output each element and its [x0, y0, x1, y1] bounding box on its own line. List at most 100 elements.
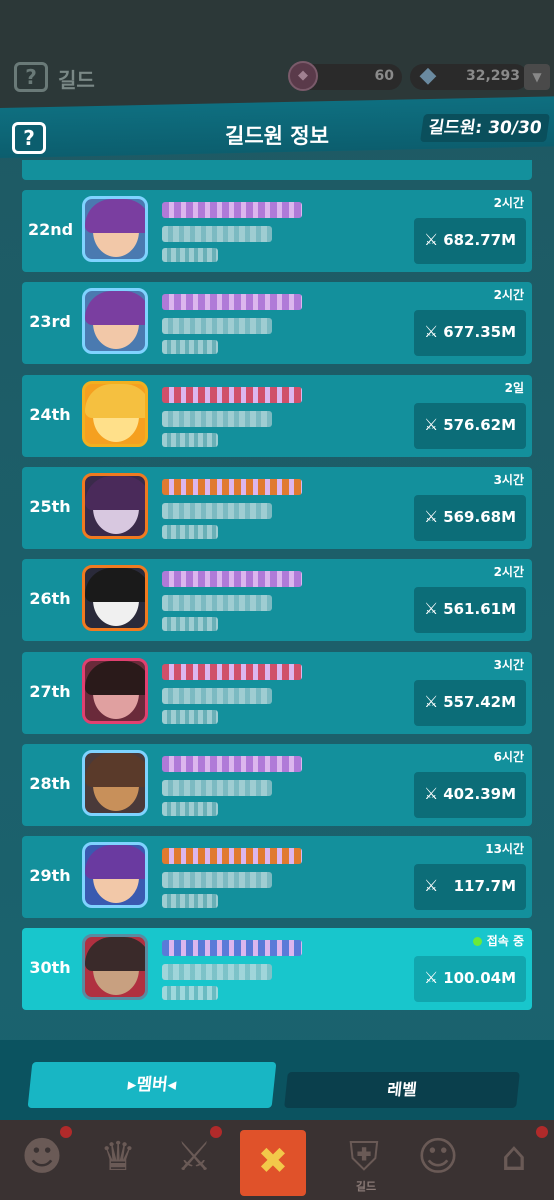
score-value: 557.42M: [443, 692, 516, 711]
member-score: ⚔ 561.61M: [414, 587, 526, 634]
score-value: 100.04M: [443, 969, 516, 988]
member-card[interactable]: 29th 13시간 ⚔ 117.7M: [22, 836, 532, 919]
member-name-blurred: [162, 663, 302, 680]
time-text: 6시간: [493, 749, 524, 764]
treasure-nav-icon[interactable]: ♛: [90, 1124, 146, 1190]
time-text: 2일: [504, 380, 524, 395]
guild-emblem-resource: ◆ 60: [288, 61, 402, 91]
member-stat-blurred: [162, 894, 218, 909]
tab-member[interactable]: ▸멤버◂: [27, 1062, 277, 1108]
guild-title: 길드: [58, 68, 95, 92]
member-message-blurred: [162, 595, 272, 612]
score-value: 402.39M: [443, 784, 516, 803]
member-rank: 25th: [29, 496, 71, 516]
sword-icon: ⚔: [424, 783, 439, 803]
last-login-time: 2일: [505, 379, 524, 396]
member-card[interactable]: 22nd 2시간 ⚔ 682.77M: [22, 190, 532, 272]
sword-icon: ⚔: [424, 691, 439, 711]
dropdown-icon[interactable]: ▼: [524, 64, 550, 90]
member-card-partial[interactable]: [22, 160, 532, 180]
member-rank: 27th: [29, 681, 71, 701]
member-name-blurred: [162, 294, 302, 311]
last-login-time: 3시간: [494, 656, 524, 673]
avatar-hair: [85, 199, 145, 233]
emblem-icon: ◆: [288, 61, 318, 91]
member-avatar: [82, 657, 148, 724]
member-message-blurred: [162, 502, 272, 519]
member-name-blurred: [162, 202, 302, 218]
member-score: ⚔ 100.04M: [414, 956, 526, 1003]
friends-nav-icon[interactable]: ☺: [410, 1124, 466, 1190]
member-name-blurred: [162, 755, 302, 772]
member-score: ⚔ 682.77M: [414, 218, 526, 264]
notification-badge: [536, 1126, 548, 1138]
member-rank: 24th: [29, 404, 71, 424]
member-card[interactable]: 28th 6시간 ⚔ 402.39M: [22, 743, 532, 826]
time-text: 2시간: [493, 565, 524, 580]
member-avatar: [82, 749, 148, 816]
score-value: 576.62M: [443, 415, 516, 434]
member-stat-blurred: [162, 432, 218, 447]
score-value: 682.77M: [443, 231, 516, 249]
notification-badge: [60, 1126, 72, 1138]
member-stat-blurred: [162, 709, 218, 724]
sword-icon: ⚔: [424, 230, 439, 249]
online-dot-icon: [472, 937, 482, 947]
member-name-blurred: [162, 386, 302, 403]
avatar-hair: [85, 568, 145, 603]
member-name-blurred: [162, 940, 302, 957]
member-name-blurred: [162, 571, 302, 588]
member-card[interactable]: 27th 3시간 ⚔ 557.42M: [22, 651, 532, 734]
member-stat-blurred: [162, 248, 218, 262]
member-message-blurred: [162, 872, 272, 889]
close-button[interactable]: ✖: [240, 1130, 306, 1196]
member-message-blurred: [162, 318, 272, 335]
member-score: ⚔ 117.7M: [414, 864, 526, 911]
member-avatar: [82, 288, 148, 355]
time-text: 2시간: [493, 196, 524, 210]
shop-nav-icon[interactable]: ⌂: [486, 1124, 542, 1190]
member-message-blurred: [162, 964, 272, 981]
crystal-resource: ◆ 32,293: [410, 63, 528, 90]
tab-level[interactable]: 레벨: [284, 1072, 520, 1108]
sword-icon: ⚔: [424, 322, 439, 342]
member-score: ⚔ 677.35M: [414, 310, 526, 357]
last-login-time: 2시간: [494, 286, 524, 303]
member-score: ⚔ 569.68M: [414, 494, 526, 541]
member-score: ⚔ 557.42M: [414, 679, 526, 726]
member-stat-blurred: [162, 524, 218, 539]
help-icon[interactable]: ?: [14, 62, 48, 92]
member-card[interactable]: 30th 접속 중 ⚔ 100.04M: [22, 928, 532, 1011]
last-login-time: 13시간: [485, 840, 524, 857]
online-status: 접속 중: [472, 932, 524, 949]
member-avatar: [82, 196, 148, 262]
member-avatar: [82, 565, 148, 632]
member-card[interactable]: 26th 2시간 ⚔ 561.61M: [22, 559, 532, 642]
score-value: 117.7M: [453, 877, 516, 896]
last-login-time: 2시간: [494, 194, 524, 211]
sword-icon: ⚔: [424, 414, 439, 434]
time-text: 3시간: [493, 472, 524, 487]
member-rank: 28th: [29, 773, 71, 793]
member-list[interactable]: 22nd 2시간 ⚔ 682.77M 23rd 2시간 ⚔ 677.35M 24th 2일 ⚔ 576…: [0, 160, 554, 1040]
score-value: 677.35M: [443, 323, 516, 342]
score-value: 561.61M: [443, 600, 516, 619]
member-message-blurred: [162, 410, 272, 427]
diamond-icon: ◆: [419, 63, 437, 88]
avatar-hair: [85, 845, 145, 880]
member-name-blurred: [162, 848, 302, 865]
avatar-hair: [85, 937, 145, 972]
member-card[interactable]: 24th 2일 ⚔ 576.62M: [22, 374, 532, 457]
member-stat-blurred: [162, 617, 218, 632]
sword-icon: ⚔: [424, 599, 439, 619]
member-score: ⚔ 402.39M: [414, 771, 526, 818]
time-text: 3시간: [493, 657, 524, 672]
sword-icon: ⚔: [424, 876, 439, 896]
guild-member-screen: ? 길드 ◆ 60 ◆ 32,293 ▼ ? 길드원 정보 길드원: 30/30…: [0, 0, 554, 1200]
member-card[interactable]: 25th 3시간 ⚔ 569.68M: [22, 466, 532, 549]
member-card[interactable]: 23rd 2시간 ⚔ 677.35M: [22, 282, 532, 365]
member-stat-blurred: [162, 986, 218, 1001]
avatar-hair: [85, 660, 145, 695]
member-avatar: [82, 380, 148, 447]
score-value: 569.68M: [443, 507, 516, 526]
